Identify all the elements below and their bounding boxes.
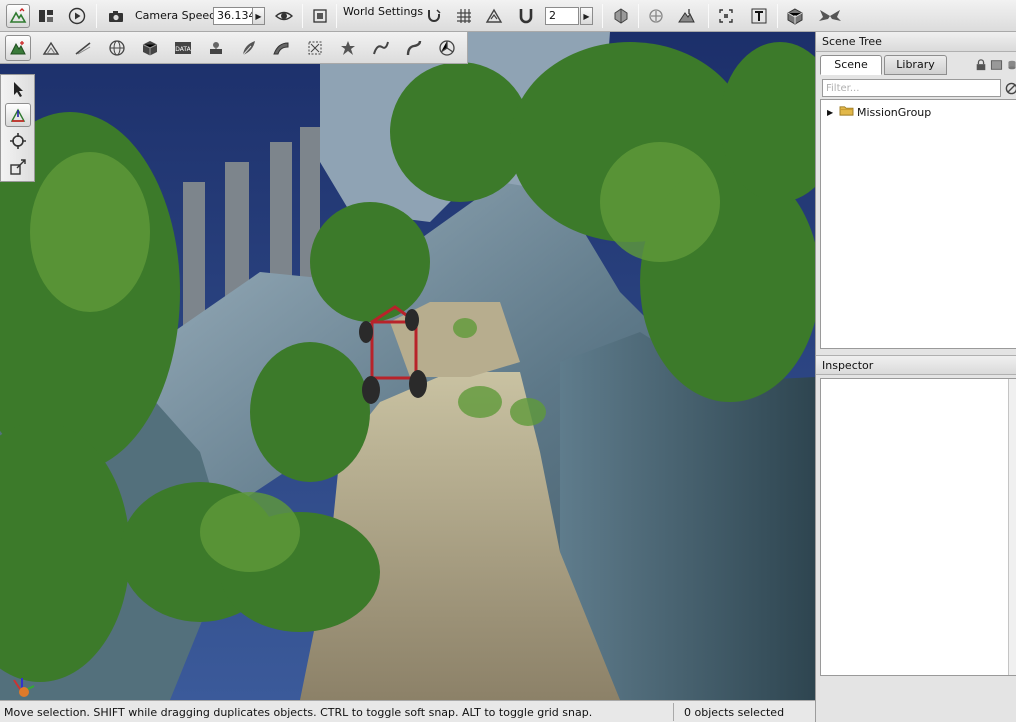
world-settings-label[interactable]: World Settings	[343, 5, 423, 18]
scene-filter-input[interactable]	[822, 79, 1001, 97]
text-icon[interactable]	[747, 4, 771, 28]
toolbar-separator	[777, 4, 778, 28]
inspector-header: Inspector	[816, 355, 1016, 375]
toolbar-separator	[708, 4, 709, 28]
view-options-icon[interactable]	[989, 58, 1003, 72]
selection-center-icon[interactable]	[644, 4, 668, 28]
camera-speed-label: Camera Speed	[135, 9, 217, 22]
right-panel: Scene Tree Scene Library ▶ MissionGroup …	[815, 32, 1016, 722]
status-bar: Move selection. SHIFT while dragging dup…	[0, 700, 815, 722]
scene-tree-header: Scene Tree	[816, 32, 1016, 52]
river-editor-icon[interactable]	[335, 35, 361, 61]
snap-magnet-icon[interactable]	[514, 4, 538, 28]
clear-filter-icon[interactable]	[1004, 81, 1016, 95]
rotate-gizmo-icon[interactable]	[5, 129, 31, 153]
datablock-editor-icon[interactable]: DATA	[170, 35, 196, 61]
decal-icon[interactable]	[368, 35, 394, 61]
fit-view-icon[interactable]	[308, 4, 332, 28]
camera-icon[interactable]	[104, 4, 128, 28]
toolbar-separator	[302, 4, 303, 28]
align-terrain-icon[interactable]	[674, 4, 698, 28]
toolbar-separator	[336, 4, 337, 28]
particle-editor-icon[interactable]	[203, 35, 229, 61]
toolbar-separator	[96, 4, 97, 28]
cube-icon[interactable]	[137, 35, 163, 61]
3d-viewport[interactable]	[0, 32, 815, 700]
select-arrow-icon[interactable]	[5, 77, 31, 101]
selection-count: 0 objects selected	[684, 706, 785, 719]
magnet-soft-snap-icon[interactable]	[422, 4, 446, 28]
forest-editor-icon[interactable]	[236, 35, 262, 61]
scale-gizmo-icon[interactable]	[5, 155, 31, 179]
inspector-panel[interactable]	[820, 378, 1016, 676]
tab-library[interactable]: Library	[884, 55, 947, 75]
snap-size-field[interactable]: 2	[545, 7, 579, 25]
road-tool-icon[interactable]	[70, 35, 96, 61]
main-toolbar: Camera Speed 36.134 ▶ World Settings 2 ▶	[0, 0, 1016, 32]
gui-editor-icon[interactable]	[34, 4, 58, 28]
decal-road-icon[interactable]	[268, 35, 294, 61]
scene-render	[0, 32, 815, 700]
play-icon[interactable]	[65, 4, 89, 28]
tree-item-missiongroup[interactable]: ▶ MissionGroup	[827, 104, 931, 120]
terrain-painter-icon[interactable]	[38, 35, 64, 61]
visibility-icon[interactable]	[272, 4, 296, 28]
tab-scene[interactable]: Scene	[820, 55, 882, 75]
terrain-editor-icon[interactable]	[5, 35, 31, 61]
mesh-import-icon[interactable]	[783, 4, 807, 28]
toolbar-separator	[602, 4, 603, 28]
object-bounds-icon[interactable]	[609, 4, 633, 28]
svg-text:DATA: DATA	[175, 46, 191, 53]
grid-snap-icon[interactable]	[452, 4, 476, 28]
world-editor-icon[interactable]	[6, 4, 30, 28]
editor-tools-toolbar: DATA	[0, 32, 468, 64]
convex-editor-icon[interactable]	[401, 35, 427, 61]
folder-icon	[839, 104, 854, 120]
toolbar-separator	[638, 4, 639, 28]
camera-speed-increment-button[interactable]: ▶	[252, 7, 265, 25]
terrain-snap-icon[interactable]	[482, 4, 506, 28]
lock-icon[interactable]	[974, 58, 988, 72]
wings-icon[interactable]	[815, 4, 845, 28]
fit-selection-icon[interactable]	[714, 4, 738, 28]
globe-icon[interactable]	[104, 35, 130, 61]
inspector-scrollbar[interactable]	[1008, 379, 1016, 675]
expand-arrow-icon[interactable]: ▶	[827, 108, 836, 117]
database-icon[interactable]	[1005, 58, 1016, 72]
tool-palette	[0, 74, 35, 182]
camera-speed-field[interactable]: 36.134	[213, 7, 253, 25]
tree-item-label: MissionGroup	[857, 105, 932, 119]
scene-tree[interactable]: ▶ MissionGroup	[820, 99, 1016, 349]
status-message: Move selection. SHIFT while dragging dup…	[4, 706, 593, 719]
navmesh-icon[interactable]	[434, 35, 460, 61]
move-gizmo-icon[interactable]	[5, 103, 31, 127]
snap-size-increment-button[interactable]: ▶	[580, 7, 593, 25]
mesh-road-icon[interactable]	[302, 35, 328, 61]
status-divider	[673, 703, 674, 721]
